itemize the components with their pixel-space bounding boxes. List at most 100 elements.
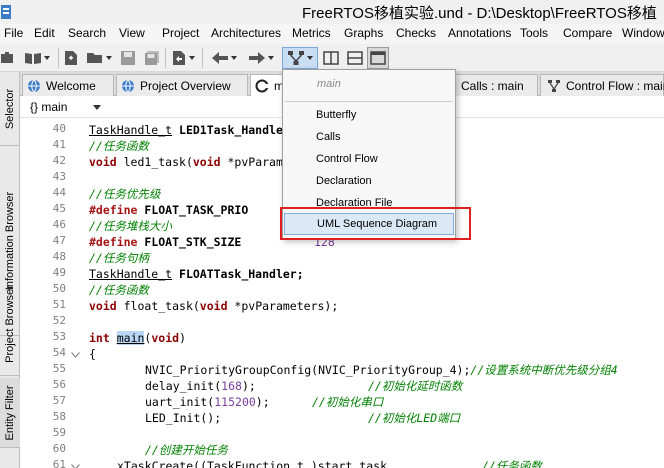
app-icon [0, 3, 16, 21]
menu-metrics[interactable]: Metrics [292, 26, 331, 40]
line-number: 41 [52, 138, 66, 151]
line-number: 52 [52, 314, 66, 327]
line-number: 46 [52, 218, 66, 231]
title-bar: FreeRTOS移植实验.und - D:\Desktop\FreeRTOS移植 [0, 0, 664, 24]
menu-item-butterfly[interactable]: Butterfly [316, 109, 356, 121]
graphs-dropdown-button[interactable] [282, 47, 318, 69]
menu-file[interactable]: File [4, 26, 23, 40]
code-line: int main(void) [89, 331, 186, 345]
line-number: 44 [52, 186, 66, 199]
code-line: LED_Init(); [145, 411, 222, 425]
code-line: //任务句柄 [89, 251, 149, 265]
line-number: 48 [52, 250, 66, 263]
line-number-gutter: 40 41 42 43 44 45 46 47 48 49 50 51 52 5… [20, 118, 80, 468]
left-sidebar: Selector Information Browser Project Bro… [0, 72, 20, 468]
line-number: 59 [52, 426, 66, 439]
code-line: #define FLOAT_TASK_PRIO [89, 203, 249, 217]
line-number: 49 [52, 266, 66, 279]
code-line: TaskHandle_t FLOATTask_Handler; [89, 267, 304, 281]
code-line: #define FLOAT_STK_SIZE [89, 235, 242, 249]
tab-project-overview[interactable]: Project Overview [116, 74, 248, 96]
single-window-icon[interactable] [367, 47, 389, 69]
menu-window[interactable]: Window [622, 26, 664, 40]
tab-control-flow-main[interactable]: Control Flow : main [540, 74, 664, 96]
sidebar-tab-project-browser[interactable]: Project Browser [0, 272, 20, 376]
code-line: delay_init(168); [145, 379, 256, 393]
line-number: 53 [52, 330, 66, 343]
menu-project[interactable]: Project [162, 26, 199, 40]
code-line: //任务优先级 [89, 187, 161, 201]
toolbar [0, 44, 664, 72]
menu-architectures[interactable]: Architectures [211, 26, 281, 40]
tab-calls-main[interactable]: Calls : main [454, 74, 538, 96]
line-number: 58 [52, 410, 66, 423]
save-icon[interactable] [118, 47, 138, 69]
code-line: void float_task(void *pvParameters); [89, 299, 339, 313]
copy-file-icon[interactable] [168, 47, 198, 69]
menu-graphs[interactable]: Graphs [344, 26, 383, 40]
line-number: 51 [52, 298, 66, 311]
menu-item-control-flow[interactable]: Control Flow [316, 153, 378, 165]
globe-icon [122, 79, 134, 93]
highlight-annotation-box [280, 207, 471, 240]
code-line: { [89, 347, 96, 361]
open-folder-icon[interactable] [84, 47, 114, 69]
new-file-icon[interactable] [62, 47, 80, 69]
code-line: uart_init(115200); [145, 395, 270, 409]
save-all-icon[interactable] [142, 47, 162, 69]
forward-arrow-icon[interactable] [244, 47, 278, 69]
menu-search[interactable]: Search [68, 26, 106, 40]
globe-icon [28, 79, 40, 93]
code-comment: //初始化延时函数 [368, 379, 463, 393]
code-line: //创建开始任务 [145, 443, 228, 457]
flow-graph-icon [548, 79, 560, 92]
split-horizontal-icon[interactable] [344, 47, 366, 69]
menu-item-calls[interactable]: Calls [316, 131, 340, 143]
sidebar-tab-selector[interactable]: Selector [0, 72, 20, 146]
line-number: 60 [52, 442, 66, 455]
code-line: TaskHandle_t LED1Task_Handle [89, 123, 283, 137]
fold-toggle-icon[interactable] [71, 464, 80, 468]
line-number: 50 [52, 282, 66, 295]
menu-bar: File Edit Search View Project Architectu… [0, 24, 664, 44]
line-number: 47 [52, 234, 66, 247]
code-comment: //任务函数 [482, 459, 542, 468]
back-arrow-icon[interactable] [206, 47, 242, 69]
menu-compare[interactable]: Compare [563, 26, 612, 40]
code-line: //任务函数 [89, 139, 149, 153]
code-line: //任务堆栈大小 [89, 219, 172, 233]
open-book-icon[interactable] [20, 47, 54, 69]
code-line: //任务函数 [89, 283, 149, 297]
sidebar-tab-entity-filter[interactable]: Entity Filter [0, 378, 20, 448]
split-vertical-icon[interactable] [320, 47, 342, 69]
code-line: NVIC_PriorityGroupConfig(NVIC_PriorityGr… [145, 363, 618, 377]
menu-separator [285, 101, 453, 102]
code-comment: //初始化串口 [312, 395, 384, 409]
line-number: 61 [52, 458, 66, 468]
tab-main-source[interactable]: ma [250, 74, 291, 97]
chevron-down-icon[interactable] [93, 105, 101, 110]
menu-view[interactable]: View [119, 26, 145, 40]
line-number: 54 [52, 346, 66, 359]
tab-welcome[interactable]: Welcome [22, 74, 114, 96]
code-comment: //初始化LED端口 [368, 411, 461, 425]
line-number: 55 [52, 362, 66, 375]
line-number: 45 [52, 202, 66, 215]
line-number: 43 [52, 170, 66, 183]
line-number: 42 [52, 154, 66, 167]
code-line: xTaskCreate((TaskFunction_t )start_task, [117, 459, 394, 468]
new-project-icon[interactable] [0, 47, 16, 69]
line-number: 56 [52, 378, 66, 391]
menu-checks[interactable]: Checks [396, 26, 436, 40]
menu-header: main [317, 78, 341, 90]
menu-tools[interactable]: Tools [520, 26, 548, 40]
fold-toggle-icon[interactable] [71, 352, 80, 358]
menu-annotations[interactable]: Annotations [448, 26, 511, 40]
source-file-icon [255, 79, 269, 93]
menu-edit[interactable]: Edit [34, 26, 55, 40]
line-number: 57 [52, 394, 66, 407]
menu-item-declaration[interactable]: Declaration [316, 175, 372, 187]
line-number: 40 [52, 122, 66, 135]
code-line: void led1_task(void *pvParam [89, 155, 283, 169]
scope-selector[interactable]: {} main [30, 100, 67, 114]
